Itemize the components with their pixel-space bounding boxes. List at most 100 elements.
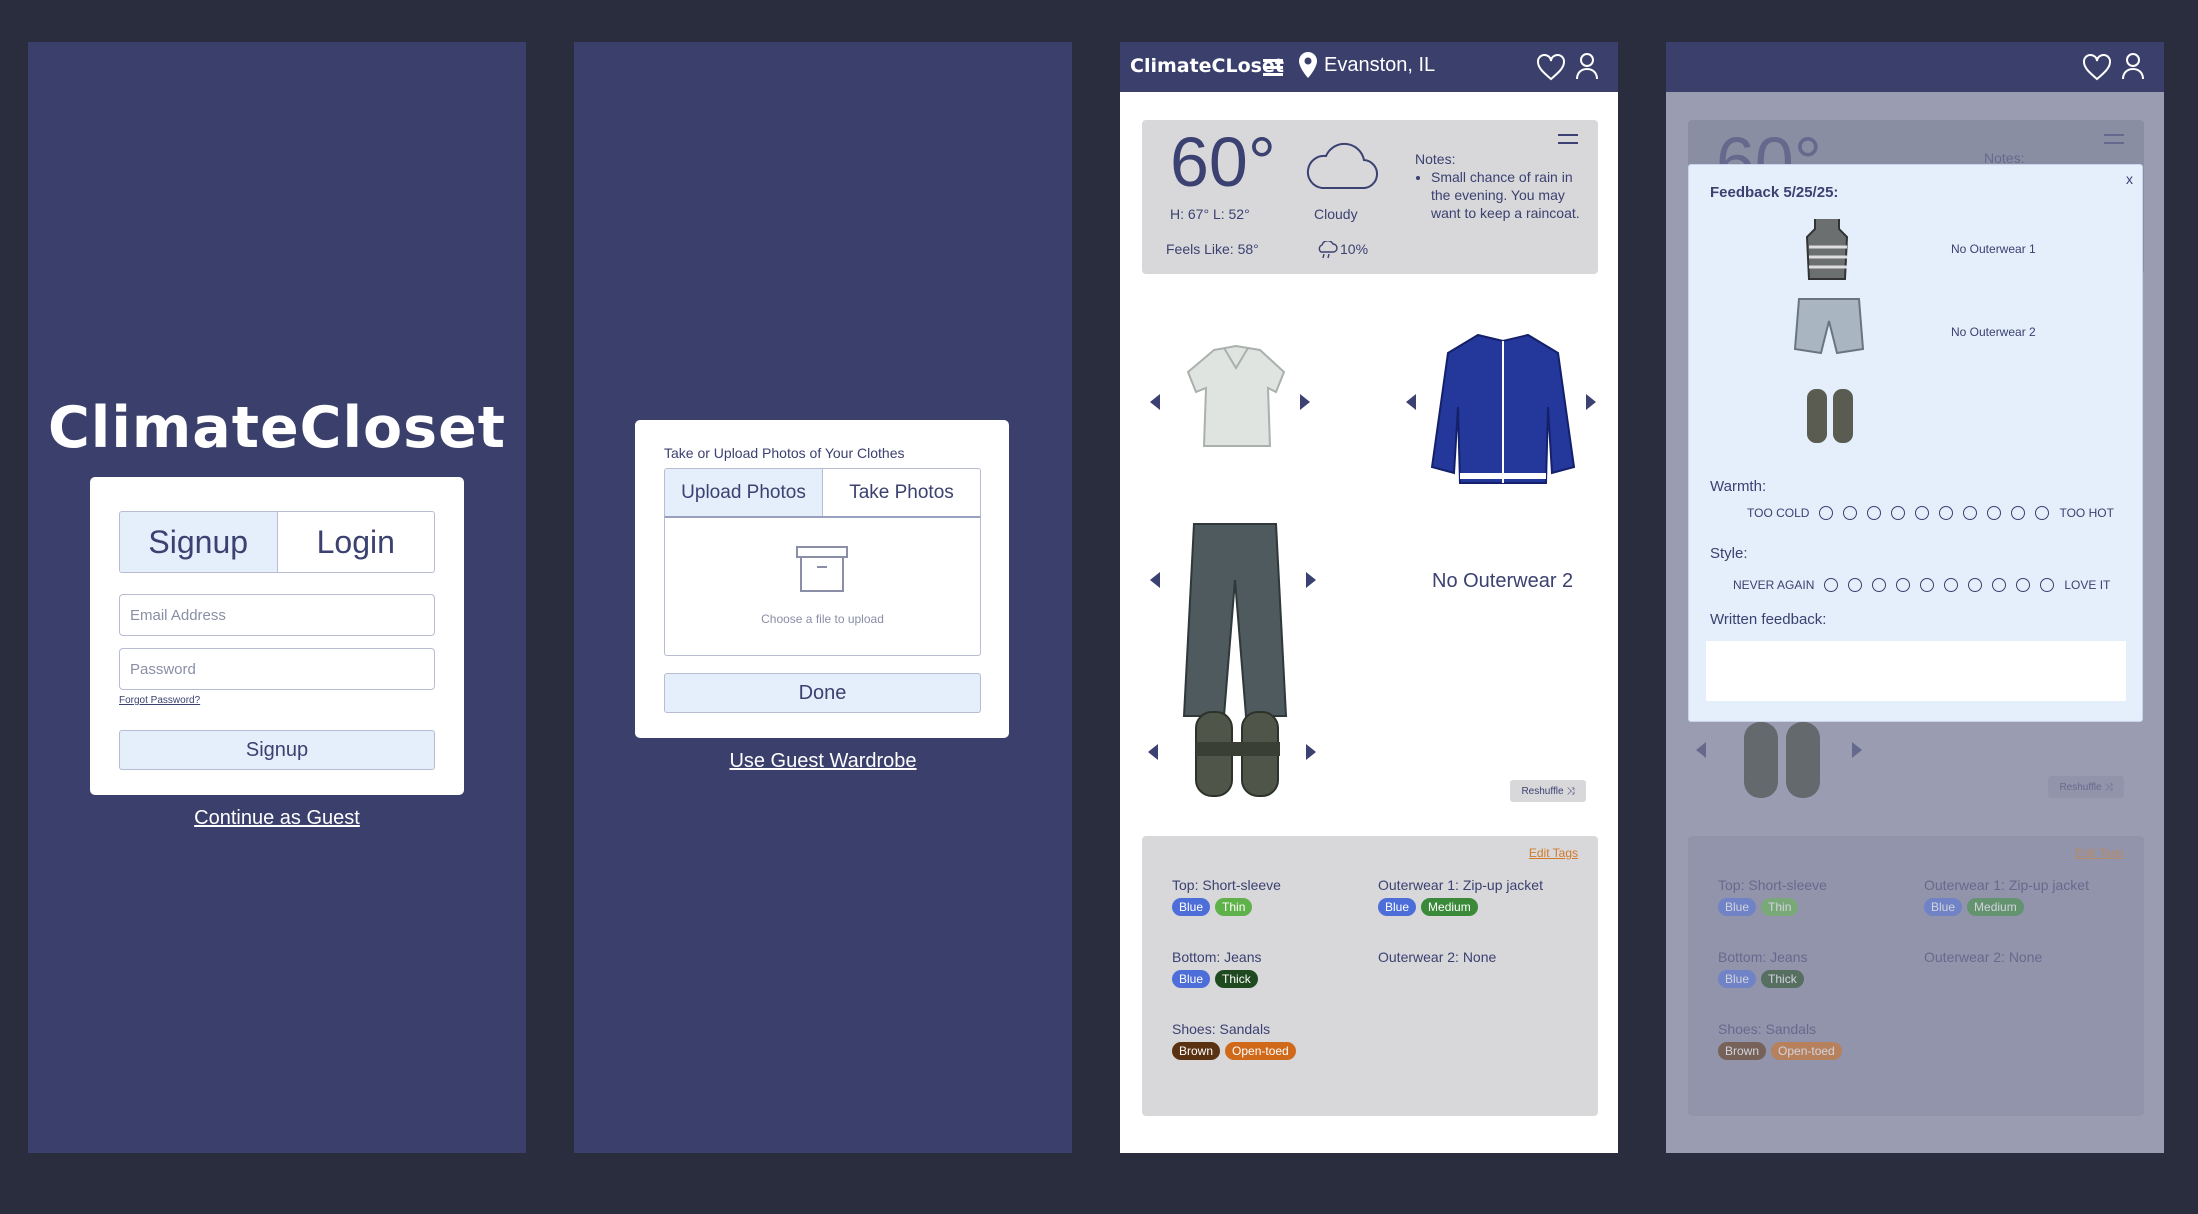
warmth-radio-4[interactable]	[1891, 506, 1906, 520]
heart-icon[interactable]	[2082, 53, 2112, 81]
continue-guest-link[interactable]: Continue as Guest	[28, 807, 526, 830]
chip-blue: Blue	[1924, 898, 1963, 916]
auth-tabs: Signup Login	[119, 511, 435, 573]
feels-like: Feels Like: 58°	[1166, 241, 1259, 257]
warmth-radio-1[interactable]	[1819, 506, 1834, 520]
user-profile-icon[interactable]	[2121, 52, 2145, 80]
password-field[interactable]: Password	[119, 648, 435, 690]
warmth-radio-6[interactable]	[1939, 506, 1954, 520]
next-shoes-arrow-dimmed	[1852, 742, 1862, 758]
email-field[interactable]: Email Address	[119, 594, 435, 636]
warmth-radio-8[interactable]	[1987, 506, 2002, 520]
reshuffle-button-dimmed: Reshuffle ⤨	[2048, 776, 2124, 798]
tab-take-photos[interactable]: Take Photos	[823, 469, 980, 516]
style-radio-4[interactable]	[1896, 578, 1911, 592]
warmth-label: Warmth:	[1710, 478, 1767, 495]
file-dropzone[interactable]: Choose a file to upload	[664, 516, 981, 656]
warmth-radio-9[interactable]	[2011, 506, 2026, 520]
app-header: ClimateCLoset Evanston, IL	[1120, 42, 1618, 92]
style-radio-1[interactable]	[1824, 578, 1839, 592]
archive-box-icon	[796, 546, 848, 592]
heart-icon[interactable]	[1536, 53, 1566, 81]
outfit-screen: ClimateCLoset Evanston, IL 60° H: 67° L:…	[1120, 42, 1618, 1153]
tab-signup[interactable]: Signup	[120, 512, 278, 572]
tag-outerwear1-label: Outerwear 1: Zip-up jacket	[1924, 877, 2089, 893]
feedback-sandals-image	[1807, 389, 1853, 443]
edit-tags-link[interactable]: Edit Tags	[1529, 846, 1578, 860]
style-radio-3[interactable]	[1872, 578, 1887, 592]
style-radio-7[interactable]	[1968, 578, 1983, 592]
tag-outerwear1: Outerwear 1: Zip-up jacket Blue Medium	[1924, 877, 2089, 916]
feedback-screen: 60° Notes: Reshuffle ⤨ Edit Tags Top: Sh…	[1666, 42, 2164, 1153]
prev-bottom-arrow[interactable]	[1150, 572, 1160, 588]
no-outerwear-2-label: No Outerwear 2	[1432, 570, 1574, 592]
style-radio-2[interactable]	[1848, 578, 1863, 592]
style-radio-5[interactable]	[1920, 578, 1935, 592]
style-label: Style:	[1710, 545, 1748, 562]
menu-icon[interactable]	[1262, 57, 1284, 77]
style-radio-8[interactable]	[1992, 578, 2007, 592]
chip-open-toed[interactable]: Open-toed	[1225, 1042, 1296, 1060]
signup-button[interactable]: Signup	[119, 730, 435, 770]
next-shoes-arrow[interactable]	[1306, 744, 1316, 760]
notes-item: Small chance of rain in the evening. You…	[1431, 168, 1590, 222]
outerwear-jacket-image	[1430, 333, 1576, 484]
prev-shoes-arrow-dimmed	[1696, 742, 1706, 758]
chip-brown[interactable]: Brown	[1172, 1042, 1221, 1060]
weather-notes: Notes: Small chance of rain in the eveni…	[1415, 150, 1590, 222]
menu-icon-weather	[2104, 134, 2124, 144]
warmth-radio-3[interactable]	[1867, 506, 1882, 520]
prev-outerwear1-arrow[interactable]	[1406, 394, 1416, 410]
warmth-radio-2[interactable]	[1843, 506, 1858, 520]
location-label[interactable]: Evanston, IL	[1324, 54, 1435, 77]
chip-blue[interactable]: Blue	[1172, 898, 1211, 916]
tab-login[interactable]: Login	[278, 512, 435, 572]
close-button[interactable]: x	[2126, 171, 2133, 187]
tag-outerwear1-label: Outerwear 1: Zip-up jacket	[1378, 877, 1543, 893]
feedback-title: Feedback 5/25/25:	[1710, 184, 1839, 201]
style-radio-9[interactable]	[2016, 578, 2031, 592]
warmth-radio-10[interactable]	[2035, 506, 2050, 520]
menu-icon-weather[interactable]	[1558, 132, 1578, 148]
chip-medium[interactable]: Medium	[1421, 898, 1478, 916]
guest-wardrobe-link[interactable]: Use Guest Wardrobe	[574, 750, 1072, 773]
auth-card: Signup Login Email Address Password Forg…	[90, 477, 464, 795]
chip-blue[interactable]: Blue	[1172, 970, 1211, 988]
upload-title: Take or Upload Photos of Your Clothes	[664, 445, 905, 461]
tag-bottom-label: Bottom: Jeans	[1172, 949, 1262, 965]
next-outerwear1-arrow[interactable]	[1586, 394, 1596, 410]
tab-upload-photos[interactable]: Upload Photos	[665, 469, 823, 516]
next-top-arrow[interactable]	[1300, 394, 1310, 410]
user-profile-icon[interactable]	[1575, 52, 1599, 80]
done-button[interactable]: Done	[664, 673, 981, 713]
feedback-top-image	[1805, 219, 1849, 280]
chip-thin: Thin	[1761, 898, 1799, 916]
tag-outerwear2-label: Outerwear 2: None	[1924, 949, 2043, 965]
tag-top: Top: Short-sleeve Blue Thin	[1718, 877, 1827, 916]
tag-shoes: Shoes: Sandals Brown Open-toed	[1172, 1021, 1296, 1060]
upload-card: Take or Upload Photos of Your Clothes Up…	[635, 420, 1009, 738]
tag-outerwear2-label: Outerwear 2: None	[1378, 949, 1497, 965]
tag-outerwear2: Outerwear 2: None	[1378, 949, 1496, 965]
next-bottom-arrow[interactable]	[1306, 572, 1316, 588]
written-feedback-input[interactable]	[1706, 641, 2126, 701]
shoes-sandals-image	[1195, 711, 1280, 797]
header-brand[interactable]: ClimateCLoset	[1130, 55, 1284, 77]
chip-thick[interactable]: Thick	[1215, 970, 1258, 988]
forgot-password-link[interactable]: Forgot Password?	[119, 695, 200, 706]
warmth-radio-5[interactable]	[1915, 506, 1930, 520]
dropzone-label: Choose a file to upload	[761, 612, 884, 626]
style-radio-10[interactable]	[2040, 578, 2055, 592]
chip-blue[interactable]: Blue	[1378, 898, 1417, 916]
style-radio-6[interactable]	[1944, 578, 1959, 592]
tag-outerwear2: Outerwear 2: None	[1924, 949, 2042, 965]
prev-shoes-arrow[interactable]	[1148, 744, 1158, 760]
current-temperature: 60°	[1170, 123, 1276, 201]
written-feedback-label: Written feedback:	[1710, 611, 1827, 628]
warmth-radio-7[interactable]	[1963, 506, 1978, 520]
reshuffle-button[interactable]: Reshuffle ⤨	[1510, 780, 1586, 802]
chip-thin[interactable]: Thin	[1215, 898, 1253, 916]
prev-top-arrow[interactable]	[1150, 394, 1160, 410]
shuffle-icon: ⤨	[1566, 785, 1575, 797]
chip-thick: Thick	[1761, 970, 1804, 988]
